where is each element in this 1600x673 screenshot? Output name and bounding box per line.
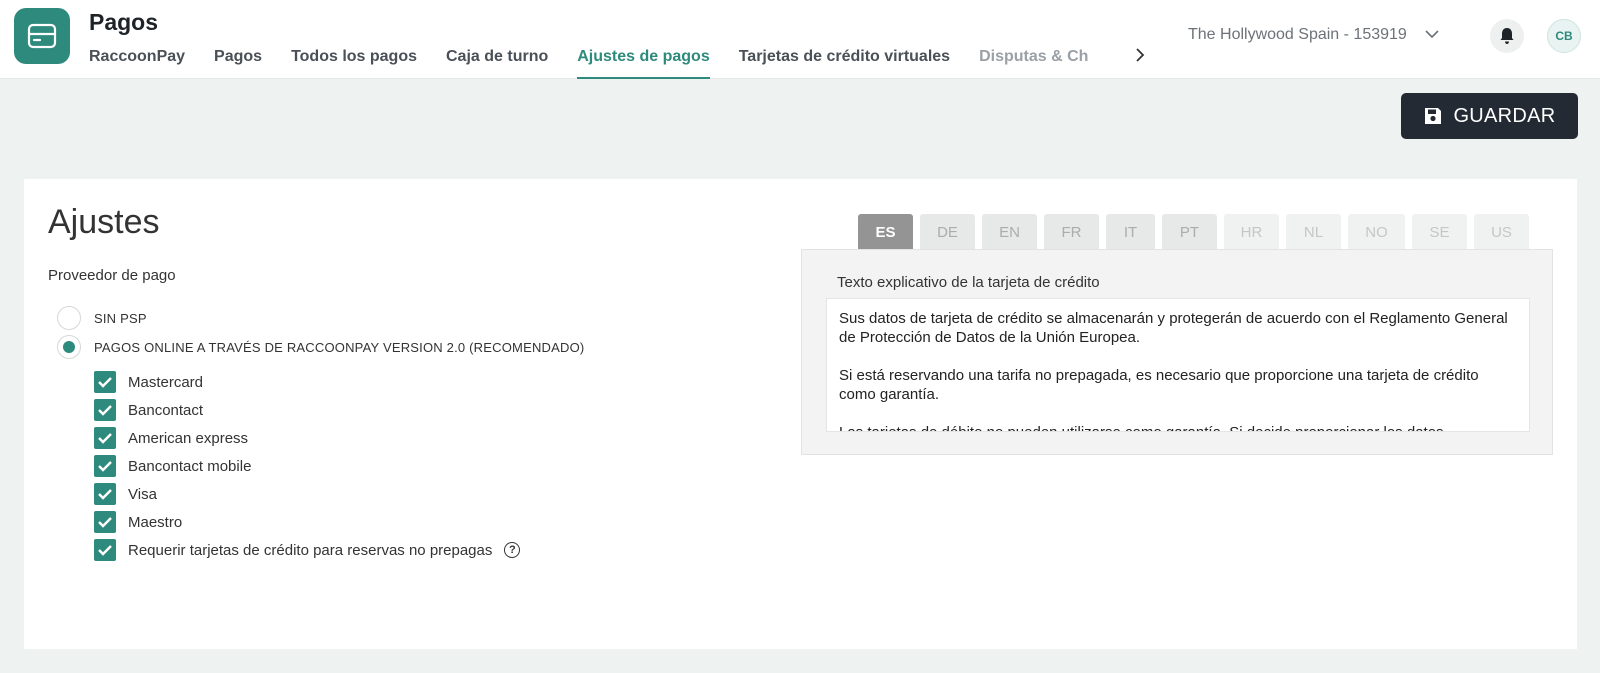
checkbox-require-credit-card[interactable]: Requerir tarjetas de crédito para reserv… — [94, 539, 521, 561]
lang-tab-fr[interactable]: FR — [1044, 214, 1099, 250]
explanation-label: Texto explicativo de la tarjeta de crédi… — [837, 274, 1100, 291]
main-nav: RaccoonPay Pagos Todos los pagos Caja de… — [89, 46, 1091, 79]
checkbox-checked-icon[interactable] — [94, 539, 116, 561]
lang-tab-es[interactable]: ES — [858, 214, 913, 250]
tab-tarjetas-virtuales[interactable]: Tarjetas de crédito virtuales — [739, 46, 950, 79]
tab-todos-los-pagos[interactable]: Todos los pagos — [291, 46, 417, 79]
checkbox-checked-icon[interactable] — [94, 427, 116, 449]
tab-raccoonpay[interactable]: RaccoonPay — [89, 46, 185, 79]
explanation-paragraph: Las tarjetas de débito no pueden utiliza… — [839, 423, 1517, 431]
radio-sin-psp[interactable]: SIN PSP — [57, 306, 147, 330]
checkbox-label: Visa — [128, 485, 157, 503]
radio-label: SIN PSP — [94, 310, 147, 326]
lang-tab-it[interactable]: IT — [1106, 214, 1155, 250]
radio-button-selected[interactable] — [57, 335, 81, 359]
provider-label: Proveedor de pago — [48, 267, 176, 284]
lang-tab-hr[interactable]: HR — [1224, 214, 1279, 250]
checkbox-label: Bancontact mobile — [128, 457, 252, 475]
checkbox-visa[interactable]: Visa — [94, 483, 157, 505]
lang-tab-nl[interactable]: NL — [1286, 214, 1341, 250]
checkbox-label: American express — [128, 429, 249, 447]
lang-tab-en[interactable]: EN — [982, 214, 1037, 250]
radio-raccoonpay[interactable]: PAGOS ONLINE A TRAVÉS DE RACCOONPAY VERS… — [57, 335, 584, 359]
page-title: Ajustes — [48, 203, 160, 241]
checkbox-bancontact-mobile[interactable]: Bancontact mobile — [94, 455, 251, 477]
checkbox-label: Bancontact — [128, 401, 204, 419]
property-selector[interactable]: The Hollywood Spain - 153919 — [1188, 26, 1439, 44]
checkbox-label: Requerir tarjetas de crédito para reserv… — [128, 541, 493, 559]
checkbox-label: Mastercard — [128, 373, 204, 391]
lang-tab-no[interactable]: NO — [1348, 214, 1405, 250]
lang-tab-se[interactable]: SE — [1412, 214, 1467, 250]
explanation-paragraph: Si está reservando una tarifa no prepaga… — [839, 367, 1479, 403]
lang-tab-de[interactable]: DE — [920, 214, 975, 250]
lang-tab-pt[interactable]: PT — [1162, 214, 1217, 250]
settings-card: Ajustes Proveedor de pago SIN PSP PAGOS … — [24, 179, 1577, 649]
lang-tab-us[interactable]: US — [1474, 214, 1529, 250]
chevron-right-icon[interactable] — [1134, 47, 1150, 67]
app-title: Pagos — [89, 9, 159, 35]
action-bar: GUARDAR — [0, 80, 1600, 154]
save-button[interactable]: GUARDAR — [1401, 93, 1578, 139]
tab-disputas[interactable]: Disputas & Ch — [979, 46, 1091, 79]
checkbox-label: Maestro — [128, 513, 183, 531]
credit-card-icon — [27, 23, 57, 49]
tab-caja-de-turno[interactable]: Caja de turno — [446, 46, 548, 79]
checkbox-checked-icon[interactable] — [94, 455, 116, 477]
radio-button[interactable] — [57, 306, 81, 330]
help-icon[interactable]: ? — [504, 542, 521, 558]
explanation-paragraph: Sus datos de tarjeta de crédito se almac… — [839, 310, 1508, 346]
checkbox-mastercard[interactable]: Mastercard — [94, 371, 203, 393]
language-tabs: ES DE EN FR IT PT HR NL NO SE US — [858, 214, 1536, 250]
checkbox-checked-icon[interactable] — [94, 483, 116, 505]
tab-ajustes-de-pagos[interactable]: Ajustes de pagos — [577, 46, 711, 79]
tab-pagos[interactable]: Pagos — [214, 46, 262, 79]
checkbox-checked-icon[interactable] — [94, 399, 116, 421]
checkbox-maestro[interactable]: Maestro — [94, 511, 182, 533]
chevron-down-icon — [1425, 26, 1439, 44]
explanation-panel: Texto explicativo de la tarjeta de crédi… — [801, 249, 1553, 455]
bell-icon — [1500, 28, 1514, 44]
checkbox-checked-icon[interactable] — [94, 511, 116, 533]
avatar[interactable]: CB — [1547, 19, 1581, 53]
property-name: The Hollywood Spain - 153919 — [1188, 26, 1407, 43]
checkbox-bancontact[interactable]: Bancontact — [94, 399, 203, 421]
top-header: Pagos RaccoonPay Pagos Todos los pagos C… — [0, 0, 1600, 79]
notifications-button[interactable] — [1490, 19, 1524, 53]
explanation-textarea[interactable]: Sus datos de tarjeta de crédito se almac… — [826, 298, 1530, 432]
save-button-label: GUARDAR — [1453, 104, 1556, 127]
payments-app-icon[interactable] — [14, 8, 70, 64]
checkbox-american-express[interactable]: American express — [94, 427, 248, 449]
floppy-disk-icon — [1425, 108, 1442, 124]
checkbox-checked-icon[interactable] — [94, 371, 116, 393]
radio-label: PAGOS ONLINE A TRAVÉS DE RACCOONPAY VERS… — [94, 339, 585, 355]
